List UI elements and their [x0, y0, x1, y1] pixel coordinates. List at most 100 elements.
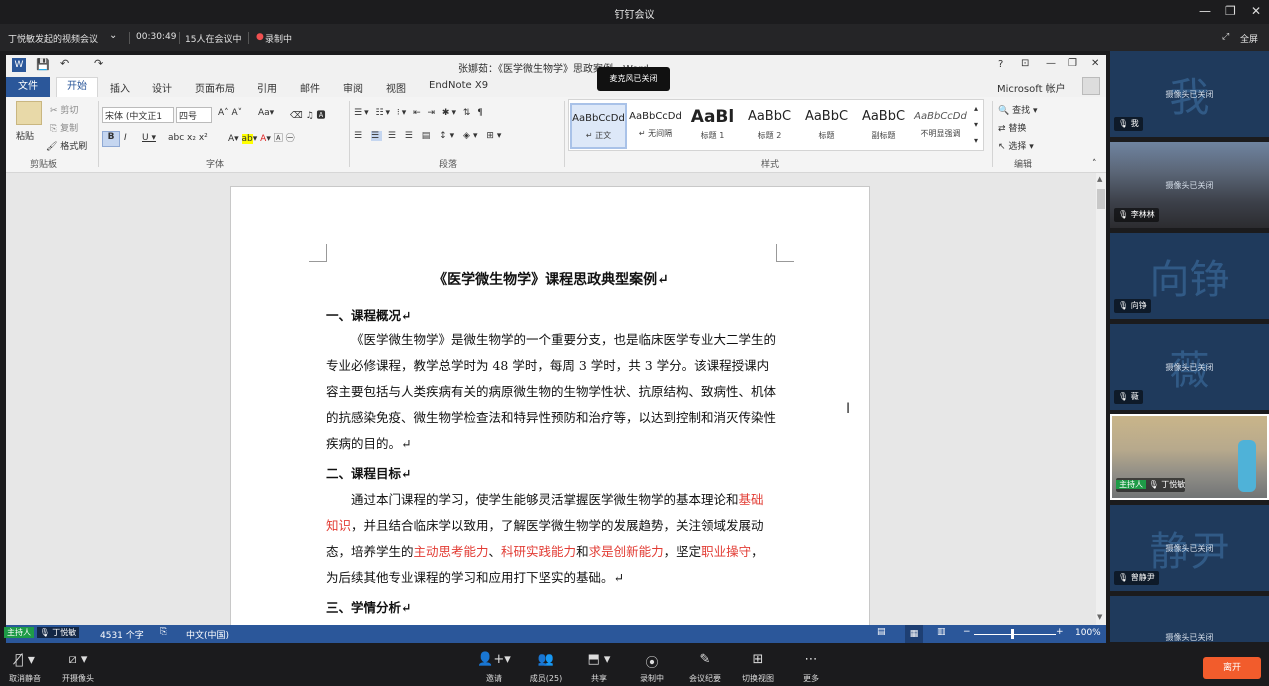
- find-button[interactable]: 🔍 查找 ▾: [998, 103, 1037, 116]
- select-button[interactable]: ↖ 选择 ▾: [998, 139, 1034, 152]
- vertical-scrollbar[interactable]: ▲ ▼: [1096, 173, 1106, 625]
- format-painter-button[interactable]: 🖌 格式刷: [46, 139, 87, 152]
- font-effects-icon[interactable]: A▾ ab▾ A▾ 🄰 ㊀: [228, 131, 295, 144]
- bold-button[interactable]: B: [102, 131, 120, 147]
- camera-off-label: 摄像头已关闭: [1165, 363, 1214, 372]
- minutes-button[interactable]: ✎ 会议纪要: [682, 645, 728, 686]
- font-size-select[interactable]: 四号: [176, 107, 212, 123]
- restore-icon[interactable]: ❐: [1225, 4, 1236, 18]
- participant-tile[interactable]: 静尹 摄像头已关闭 🎙 曾静尹: [1110, 505, 1269, 591]
- scroll-down-icon[interactable]: ▼: [1097, 613, 1102, 621]
- avatar[interactable]: [1082, 77, 1100, 95]
- read-mode-icon[interactable]: ▤: [877, 627, 886, 637]
- scroll-thumb[interactable]: [1097, 189, 1105, 209]
- redo-icon[interactable]: ↷: [94, 57, 103, 70]
- chevron-down-icon[interactable]: ⌄: [109, 30, 117, 41]
- save-icon[interactable]: 💾: [36, 58, 50, 71]
- undo-icon[interactable]: ↶: [60, 57, 69, 70]
- word-count[interactable]: 4531 个字: [100, 628, 144, 641]
- align-buttons[interactable]: ☰ ☰ ☰ ☰ ▤ ↕▾ ◈▾ ⊞▾: [354, 131, 504, 141]
- style-name: 标题 1: [700, 131, 725, 140]
- replace-button[interactable]: ⇄ 替换: [998, 121, 1026, 134]
- clear-format-icon[interactable]: ⌫ ♫ 🅰: [290, 108, 326, 121]
- p2-highlight: 科研实践能力: [501, 544, 577, 559]
- tab-insert[interactable]: 插入: [110, 80, 130, 95]
- italic-button[interactable]: I: [124, 133, 127, 143]
- underline-button[interactable]: U ▾: [142, 133, 156, 143]
- account-label[interactable]: Microsoft 帐户: [997, 80, 1066, 95]
- word-minimize-icon[interactable]: —: [1046, 58, 1056, 69]
- share-button[interactable]: ⬒ ▾ 共享: [576, 645, 622, 686]
- unmute-button[interactable]: 🎙̸ ▾ 取消静音: [2, 645, 48, 686]
- minutes-icon: ✎: [699, 652, 711, 667]
- tab-mailings[interactable]: 邮件: [300, 80, 320, 95]
- styles-scroll-icon[interactable]: ▴ ▾ ▾: [974, 101, 978, 149]
- zoom-out-icon[interactable]: −: [963, 627, 971, 637]
- word-close-icon[interactable]: ✕: [1091, 58, 1099, 69]
- style-normal[interactable]: AaBbCcDd ↵ 正文: [570, 103, 627, 149]
- participant-tile-active[interactable]: 主持人 🎙 丁悦敏: [1110, 414, 1269, 500]
- font-name-select[interactable]: 宋体 (中文正1: [102, 107, 174, 123]
- change-case-icon[interactable]: Aa▾: [258, 108, 274, 118]
- participant-name-text: 薇: [1130, 392, 1139, 401]
- help-icon[interactable]: ?: [998, 59, 1003, 70]
- invite-button[interactable]: 👤+▾ 邀请: [471, 645, 517, 686]
- minimize-icon[interactable]: —: [1199, 4, 1211, 18]
- participant-tile[interactable]: 摄像头已关闭 🎙 李林林: [1110, 142, 1269, 228]
- style-name: 副标题: [871, 131, 896, 140]
- close-icon[interactable]: ✕: [1251, 4, 1261, 18]
- style-no-spacing[interactable]: AaBbCcDd ↵ 无间隔: [627, 103, 684, 149]
- cut-button[interactable]: ✂ 剪切: [50, 103, 78, 116]
- record-button[interactable]: ⦿ 录制中: [629, 645, 675, 686]
- style-title[interactable]: AaBbC 标题: [798, 103, 855, 149]
- zoom-slider-thumb[interactable]: [1011, 629, 1014, 639]
- participant-tile[interactable]: 向铮 🎙 向铮: [1110, 233, 1269, 319]
- tab-home[interactable]: 开始: [56, 77, 98, 97]
- list-buttons[interactable]: ☰▾ ☷▾ ⁝▾ ⇤ ⇥ ✱▾ ⇅ ¶: [354, 108, 485, 118]
- tab-layout[interactable]: 页面布局: [195, 80, 235, 95]
- zoom-in-icon[interactable]: +: [1056, 627, 1064, 637]
- tab-endnote[interactable]: EndNote X9: [429, 80, 488, 91]
- fullscreen-icon[interactable]: ⤢: [1222, 32, 1229, 42]
- paste-button[interactable]: 粘贴: [16, 129, 34, 142]
- members-button[interactable]: 👥 成员(25): [523, 645, 569, 686]
- document-page[interactable]: 《医学微生物学》课程思政典型案例↵ 一、课程概况↵ 《医学微生物学》是微生物学的…: [230, 186, 870, 643]
- meeting-title[interactable]: 丁悦敏发起的视频会议: [8, 32, 98, 45]
- print-layout-icon[interactable]: ▦: [905, 625, 923, 643]
- tab-view[interactable]: 视图: [386, 80, 406, 95]
- leave-button[interactable]: 离开: [1203, 657, 1261, 679]
- style-subtle-emphasis[interactable]: AaBbCcDd 不明显强调: [912, 103, 969, 149]
- style-heading1[interactable]: AaBl 标题 1: [684, 103, 741, 149]
- replace-label: 替换: [1008, 124, 1027, 134]
- more-button[interactable]: ⋯ 更多: [788, 645, 834, 686]
- collapse-ribbon-icon[interactable]: ˄: [1092, 159, 1097, 169]
- language-status[interactable]: 中文(中国): [186, 628, 229, 641]
- participant-tile[interactable]: 薇 摄像头已关闭 🎙 薇: [1110, 324, 1269, 410]
- zoom-slider[interactable]: [974, 634, 1056, 635]
- copy-button[interactable]: ⎘ 复制: [50, 121, 78, 134]
- paste-icon[interactable]: [16, 101, 42, 125]
- tab-file[interactable]: 文件: [6, 77, 50, 97]
- ribbon-options-icon[interactable]: ⊡: [1021, 58, 1029, 69]
- participant-tile[interactable]: 我 摄像头已关闭 🎙 我: [1110, 51, 1269, 137]
- style-heading2[interactable]: AaBbC 标题 2: [741, 103, 798, 149]
- scroll-up-icon[interactable]: ▲: [1097, 175, 1102, 183]
- style-subtitle[interactable]: AaBbC 副标题: [855, 103, 912, 149]
- camera-button[interactable]: ⧄ ▾ 开摄像头: [55, 645, 101, 686]
- word-restore-icon[interactable]: ❐: [1068, 58, 1077, 69]
- tab-review[interactable]: 审阅: [343, 80, 363, 95]
- grid-icon: ⊞: [752, 652, 764, 667]
- grow-font-icon[interactable]: A˄ A˅: [218, 108, 242, 118]
- style-name: ↵ 无间隔: [638, 129, 673, 138]
- proofing-icon[interactable]: ⎘: [160, 627, 167, 637]
- web-layout-icon[interactable]: ▥: [937, 627, 946, 637]
- fullscreen-button[interactable]: 全屏: [1240, 32, 1258, 45]
- tab-design[interactable]: 设计: [152, 80, 172, 95]
- unmute-label: 取消静音: [9, 674, 41, 683]
- zoom-level[interactable]: 100%: [1075, 628, 1101, 638]
- participant-name: 🎙 曾静尹: [1114, 571, 1159, 585]
- tab-references[interactable]: 引用: [257, 80, 277, 95]
- switch-view-button[interactable]: ⊞ 切换视图: [735, 645, 781, 686]
- participant-tile[interactable]: 摄像头已关闭: [1110, 596, 1269, 642]
- strikethrough-button[interactable]: abc x₂ x²: [168, 133, 208, 143]
